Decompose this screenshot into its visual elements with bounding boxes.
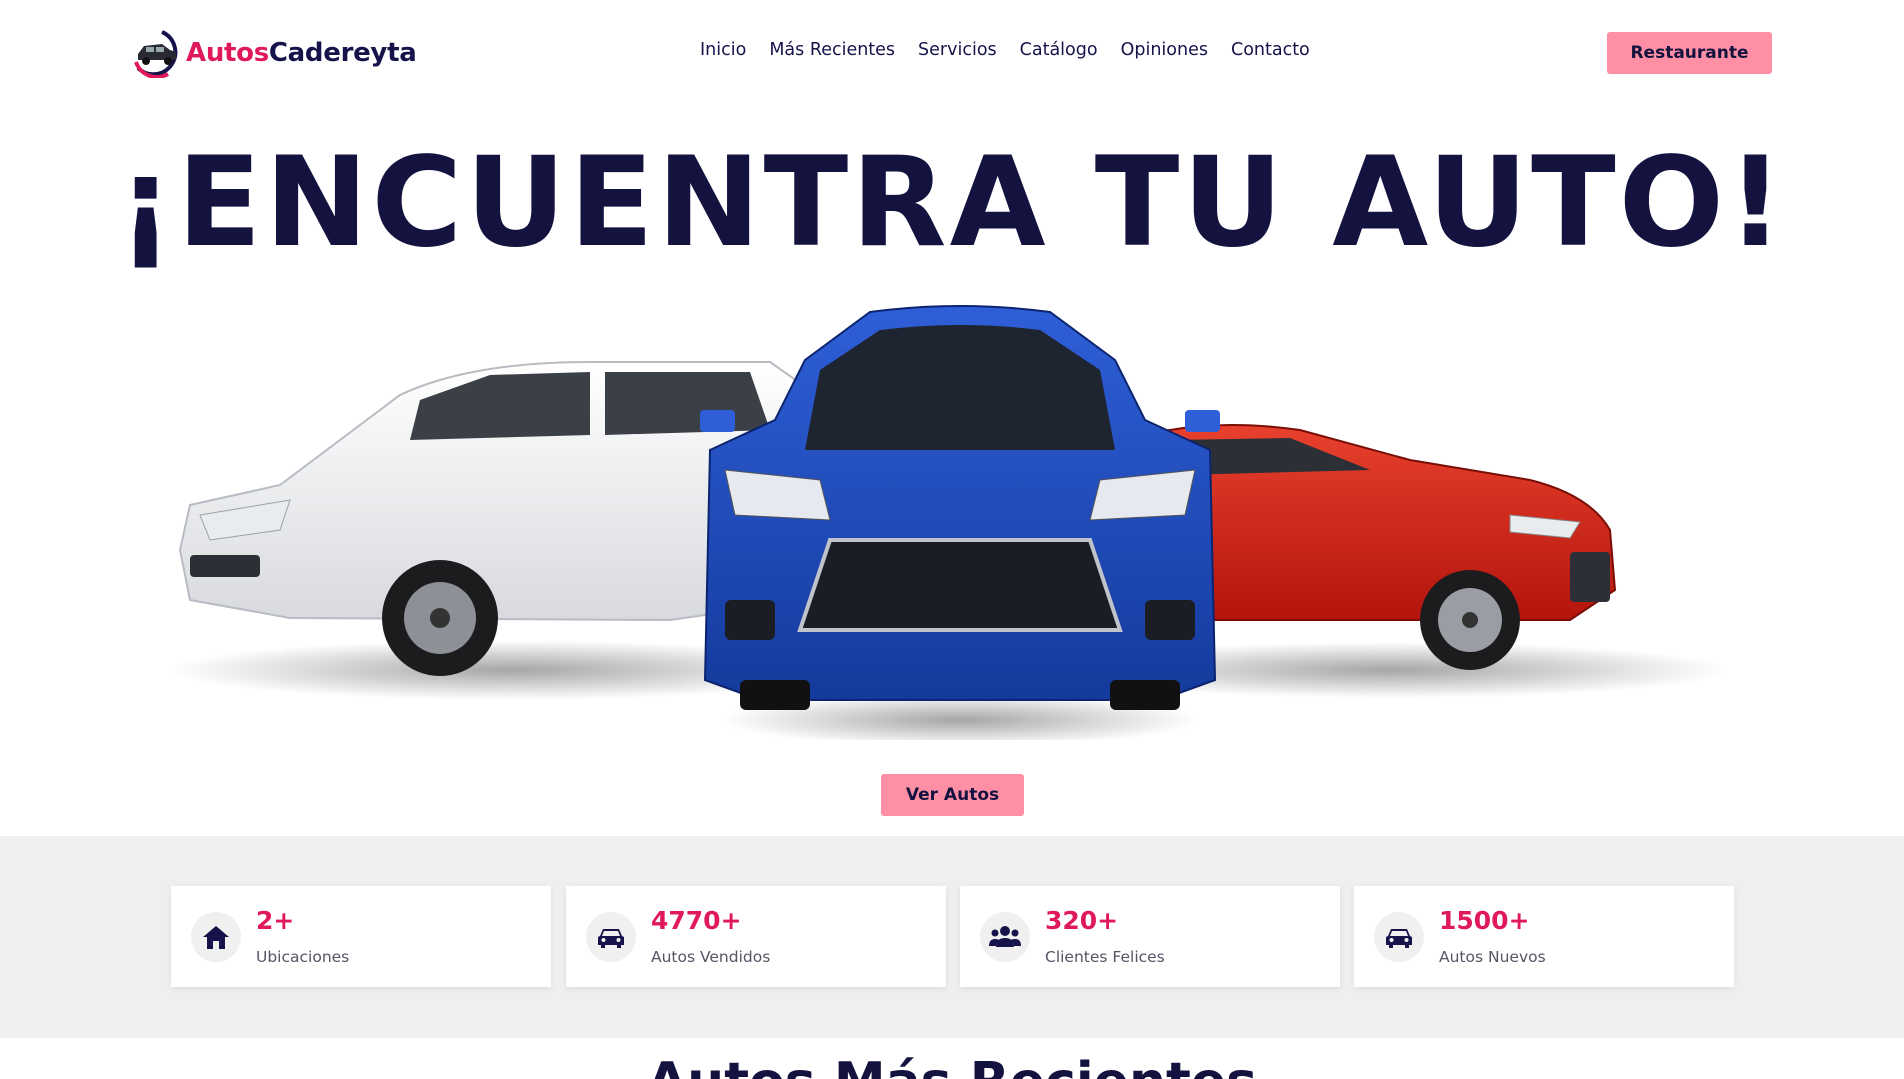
users-icon (980, 912, 1030, 962)
nav-catalogo[interactable]: Catálogo (1020, 40, 1098, 60)
main-nav: Inicio Más Recientes Servicios Catálogo … (700, 40, 1310, 60)
ver-autos-button[interactable]: Ver Autos (881, 774, 1024, 816)
site-header: AutosCadereyta Inicio Más Recientes Serv… (0, 0, 1904, 105)
stat-card-clientes-felices: 320+ Clientes Felices (960, 886, 1340, 987)
car-icon (586, 912, 636, 962)
nav-mas-recientes[interactable]: Más Recientes (769, 40, 895, 60)
stats-section: 2+ Ubicaciones 4770+ Autos Vendidos 320+… (0, 836, 1904, 1038)
recent-cars-heading: Autos Más Recientes (0, 1052, 1904, 1079)
stat-value: 4770+ (651, 906, 742, 935)
restaurante-button[interactable]: Restaurante (1607, 32, 1772, 74)
brand-name-part2: Cadereyta (268, 38, 417, 68)
brand-logo[interactable]: AutosCadereyta (132, 28, 417, 78)
car-icon (1374, 912, 1424, 962)
brand-name: AutosCadereyta (186, 38, 417, 68)
nav-inicio[interactable]: Inicio (700, 40, 746, 60)
stat-label: Clientes Felices (1045, 948, 1165, 966)
stat-label: Autos Nuevos (1439, 948, 1546, 966)
brand-logo-icon (134, 30, 178, 78)
hero-cars-image (170, 305, 1730, 740)
hero-title: ¡ENCUENTRA TU AUTO! (117, 131, 1787, 275)
stat-card-autos-vendidos: 4770+ Autos Vendidos (566, 886, 946, 987)
brand-name-part1: Autos (186, 38, 269, 68)
stat-value: 320+ (1045, 906, 1119, 935)
stat-label: Ubicaciones (256, 948, 350, 966)
nav-contacto[interactable]: Contacto (1231, 40, 1310, 60)
nav-servicios[interactable]: Servicios (918, 40, 997, 60)
stat-value: 1500+ (1439, 906, 1530, 935)
stat-value: 2+ (256, 906, 295, 935)
nav-opiniones[interactable]: Opiniones (1121, 40, 1208, 60)
home-icon (191, 912, 241, 962)
stat-card-ubicaciones: 2+ Ubicaciones (171, 886, 551, 987)
stat-card-autos-nuevos: 1500+ Autos Nuevos (1354, 886, 1734, 987)
stat-label: Autos Vendidos (651, 948, 771, 966)
